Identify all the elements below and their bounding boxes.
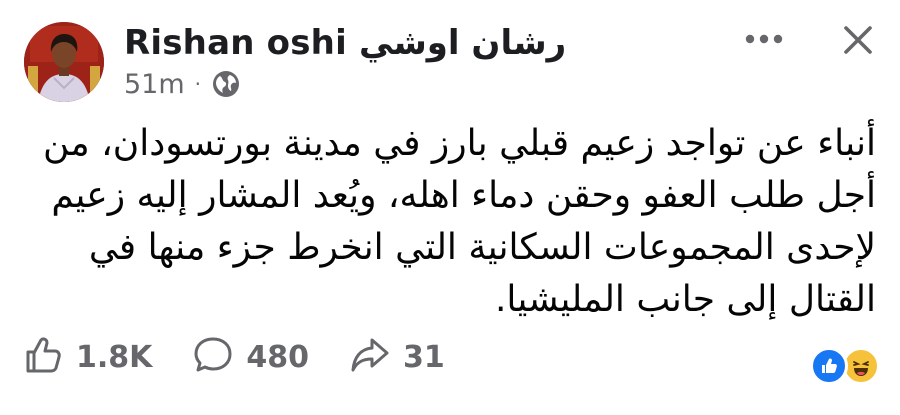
post-time[interactable]: 51m	[124, 69, 185, 100]
like-reaction-icon	[810, 347, 848, 385]
post-meta: 51m ·	[124, 66, 241, 102]
meta-separator: ·	[194, 72, 202, 96]
comment-button[interactable]: 480	[192, 334, 309, 380]
post-text: أنباء عن تواجد زعيم قبلي بارز في مدينة ب…	[30, 118, 876, 326]
comment-icon	[192, 334, 234, 380]
more-options-icon[interactable]	[742, 22, 786, 56]
close-icon[interactable]	[836, 18, 880, 62]
post-text-line: أنباء عن تواجد زعيم قبلي بارز في مدينة ب…	[43, 123, 876, 164]
action-bar: 1.8K 480 31	[22, 332, 485, 382]
globe-icon[interactable]	[211, 69, 241, 99]
share-arrow-icon	[349, 334, 391, 380]
reaction-summary[interactable]	[810, 346, 880, 386]
comment-count: 480	[246, 339, 310, 375]
share-count: 31	[403, 339, 445, 375]
share-button[interactable]: 31	[349, 334, 445, 380]
facebook-post: Rishan oshi رشان اوشي 51m · أنباء عن توا…	[0, 0, 900, 415]
author-name[interactable]: Rishan oshi رشان اوشي	[124, 18, 566, 68]
post-text-line: لإحدى المجموعات السكانية التي انخرط جزء …	[88, 227, 876, 268]
like-count: 1.8K	[76, 339, 153, 375]
post-text-line: القتال إلى جانب المليشيا.	[494, 279, 876, 320]
like-button[interactable]: 1.8K	[22, 334, 152, 380]
author-avatar[interactable]	[24, 22, 104, 102]
profile-photo-icon	[24, 22, 104, 102]
post-text-line: أجل طلب العفو وحقن دماء اهله، ويُعد المش…	[51, 175, 876, 216]
thumbs-up-icon	[22, 334, 64, 380]
